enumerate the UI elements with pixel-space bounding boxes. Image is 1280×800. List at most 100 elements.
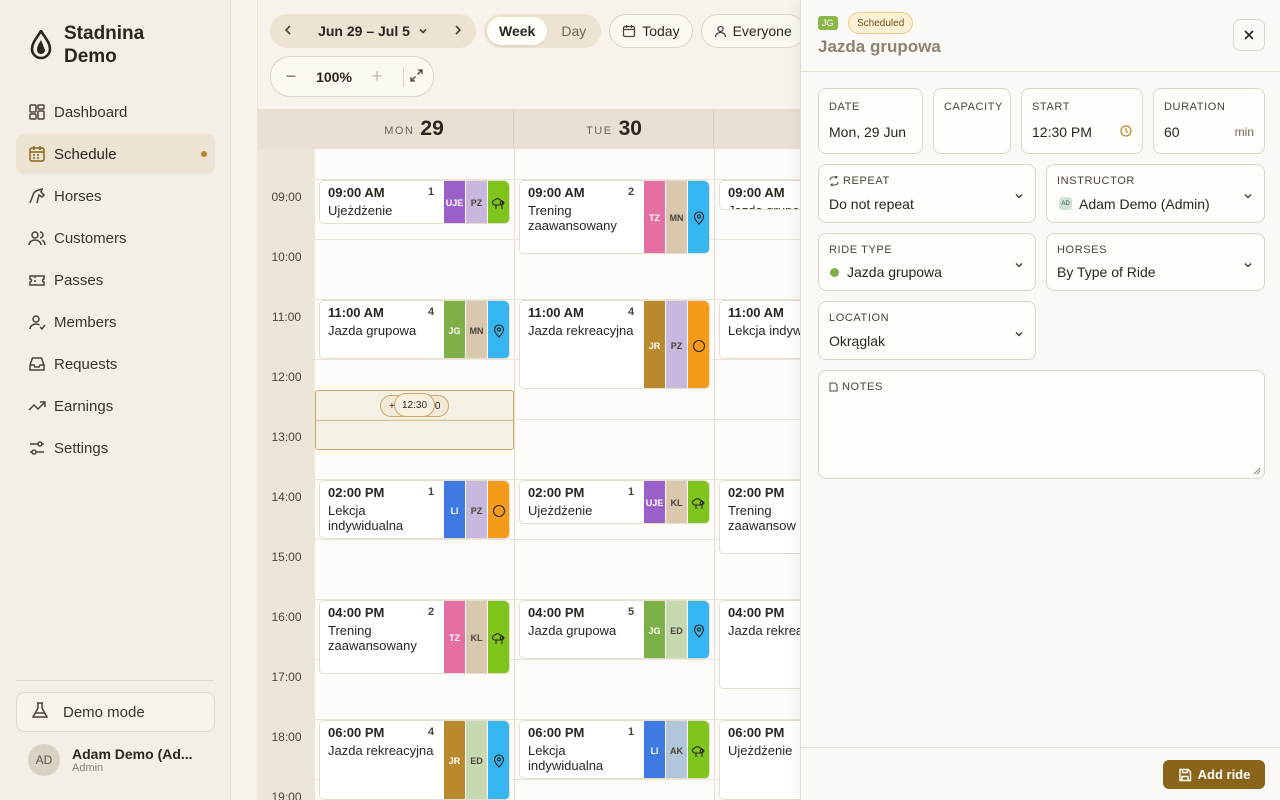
horses-select[interactable]: HORSES By Type of Ride bbox=[1046, 233, 1265, 291]
ride-event-card[interactable]: 09:00 AM Jazda grupo bbox=[719, 180, 800, 210]
duration-value: 60 bbox=[1164, 124, 1180, 140]
ride-event-card[interactable]: 11:00 AM Jazda rekreacyjna 4 JR PZ bbox=[519, 300, 710, 389]
nav-item-members[interactable]: Members bbox=[16, 302, 215, 342]
expand-icon[interactable] bbox=[410, 68, 423, 85]
day-header-tue[interactable]: TUE 30 bbox=[515, 109, 714, 149]
nav-item-settings[interactable]: Settings bbox=[16, 428, 215, 468]
day-header-mon[interactable]: MON 29 bbox=[315, 109, 514, 149]
today-button[interactable]: Today bbox=[609, 14, 693, 48]
zoom-in-button[interactable]: + bbox=[357, 66, 397, 87]
chevron-left-icon[interactable] bbox=[282, 23, 294, 39]
event-title: Jazda grupowa bbox=[528, 623, 617, 638]
event-time: 11:00 AM bbox=[528, 305, 584, 320]
ring-icon bbox=[688, 301, 709, 388]
event-participant-count: 1 bbox=[428, 486, 435, 498]
nav-item-passes[interactable]: Passes bbox=[16, 260, 215, 300]
nav-item-dashboard[interactable]: Dashboard bbox=[16, 92, 215, 132]
ride-event-card[interactable]: 09:00 AM Trening zaawansowany 2 TZ MN bbox=[519, 180, 710, 254]
time-gutter bbox=[258, 149, 315, 800]
event-time: 04:00 PM bbox=[528, 605, 585, 620]
ride-event-card[interactable]: 02:00 PM Lekcja indywidualna 1 LI PZ bbox=[319, 480, 510, 539]
ride-event-card[interactable]: 02:00 PM Ujeżdżenie 1 UJE KL bbox=[519, 480, 710, 524]
date-field[interactable]: DATE Mon, 29 Jun bbox=[818, 88, 923, 154]
location-pin-icon bbox=[688, 181, 709, 253]
new-ride-selection[interactable]: +0 12:30 bbox=[315, 390, 514, 450]
field-label: DURATION bbox=[1164, 101, 1226, 113]
event-time: 11:00 AM bbox=[328, 305, 384, 320]
close-icon bbox=[1244, 30, 1254, 40]
field-label: CAPACITY bbox=[944, 101, 1003, 113]
nav-label: Passes bbox=[54, 271, 104, 289]
day-header-wed[interactable]: W bbox=[715, 109, 800, 149]
nav-item-horses[interactable]: Horses bbox=[16, 176, 215, 216]
add-ride-button[interactable]: Add ride bbox=[1163, 760, 1265, 789]
day-column-wed[interactable] bbox=[715, 149, 800, 800]
start-time-field[interactable]: START 12:30 PM bbox=[1021, 88, 1143, 154]
avatar: AD bbox=[28, 744, 60, 776]
duration-field[interactable]: DURATION 60 min bbox=[1153, 88, 1265, 154]
notes-field[interactable]: NOTES bbox=[818, 370, 1265, 479]
zoom-out-button[interactable]: − bbox=[271, 66, 311, 87]
event-time: 04:00 PM bbox=[328, 605, 385, 620]
instructor-select[interactable]: INSTRUCTOR AD Adam Demo (Admin) bbox=[1046, 164, 1265, 223]
ride-event-card[interactable]: 04:00 PM Trening zaawansowany 2 TZ KL bbox=[319, 600, 510, 674]
calendar-icon bbox=[28, 145, 46, 163]
instructor-value: Adam Demo (Admin) bbox=[1079, 196, 1210, 212]
chevron-right-icon[interactable] bbox=[452, 23, 464, 39]
event-title: Jazda grupo bbox=[728, 203, 800, 209]
event-time: 02:00 PM bbox=[728, 485, 785, 500]
day-name: TUE bbox=[586, 125, 613, 137]
event-time: 02:00 PM bbox=[528, 485, 585, 500]
ride-event-card[interactable]: 04:00 PM Jazda rekreacyjna bbox=[719, 600, 800, 689]
trees-icon bbox=[488, 601, 509, 673]
ride-event-card[interactable]: 02:00 PM Trening zaawansow bbox=[719, 480, 800, 554]
day-name: MON bbox=[384, 125, 415, 137]
hour-label: 11:00 bbox=[271, 310, 302, 324]
user-menu[interactable]: AD Adam Demo (Ad... Admin bbox=[28, 744, 193, 776]
resize-handle-icon[interactable] bbox=[1253, 467, 1261, 475]
field-label: DATE bbox=[829, 101, 860, 113]
ride-event-card[interactable]: 04:00 PM Jazda grupowa 5 JG ED bbox=[519, 600, 710, 659]
nav-item-requests[interactable]: Requests bbox=[16, 344, 215, 384]
user-name: Adam Demo (Ad... bbox=[72, 746, 193, 762]
event-title: Lekcja indywidualna bbox=[528, 743, 604, 773]
location-select[interactable]: LOCATION Okrąglak bbox=[818, 301, 1036, 360]
close-button[interactable] bbox=[1233, 19, 1265, 51]
instructor-tag: KL bbox=[666, 481, 687, 523]
start-value: 12:30 PM bbox=[1032, 124, 1092, 140]
date-range: Jun 29 – Jul 5 bbox=[318, 23, 410, 39]
ride-event-card[interactable]: 11:00 AM Jazda grupowa 4 JG MN bbox=[319, 300, 510, 359]
divider bbox=[316, 420, 513, 421]
ride-event-card[interactable]: 06:00 PM Lekcja indywidualna 1 LI AK bbox=[519, 720, 710, 779]
day-header-row: MON 29 TUE 30 W bbox=[258, 109, 800, 149]
hour-label: 14:00 bbox=[271, 490, 302, 504]
capacity-field[interactable]: CAPACITY bbox=[933, 88, 1011, 154]
nav-item-earnings[interactable]: Earnings bbox=[16, 386, 215, 426]
event-title: Jazda rekreacyjna bbox=[728, 623, 800, 638]
everyone-filter[interactable]: Everyone bbox=[700, 14, 800, 48]
chevron-down-icon bbox=[1015, 193, 1023, 199]
sliders-icon bbox=[28, 439, 46, 457]
ride-event-card[interactable]: 06:00 PM Jazda rekreacyjna 4 JR ED bbox=[319, 720, 510, 800]
chevron-down-icon bbox=[1015, 262, 1023, 268]
day-column-mon[interactable] bbox=[315, 149, 515, 800]
nav-item-customers[interactable]: Customers bbox=[16, 218, 215, 258]
event-participant-count: 5 bbox=[628, 606, 635, 618]
ride-type-select[interactable]: RIDE TYPE Jazda grupowa bbox=[818, 233, 1036, 291]
nav-item-schedule[interactable]: Schedule bbox=[16, 134, 215, 174]
add-ride-label: Add ride bbox=[1197, 767, 1251, 782]
ride-event-card[interactable]: 06:00 PM Ujeżdżenie bbox=[719, 720, 800, 800]
brand[interactable]: Stadnina Demo bbox=[30, 22, 164, 68]
repeat-select[interactable]: REPEAT Do not repeat bbox=[818, 164, 1036, 223]
instructor-tag: KL bbox=[466, 601, 487, 673]
view-week-button[interactable]: Week bbox=[487, 17, 548, 45]
ride-type-tag: TZ bbox=[444, 601, 465, 673]
ride-editor-panel: JG Scheduled Jazda grupowa DATE Mon, 29 … bbox=[800, 0, 1280, 800]
note-icon bbox=[829, 382, 838, 392]
demo-mode-button[interactable]: Demo mode bbox=[16, 692, 215, 732]
date-range-dropdown[interactable]: Jun 29 – Jul 5 bbox=[318, 23, 428, 39]
save-icon bbox=[1178, 768, 1191, 781]
ride-event-card[interactable]: 09:00 AM Ujeżdżenie 1 UJE PZ bbox=[319, 180, 510, 224]
ride-event-card[interactable]: 11:00 AM Lekcja indywidualn bbox=[719, 300, 800, 359]
view-day-button[interactable]: Day bbox=[549, 17, 598, 45]
